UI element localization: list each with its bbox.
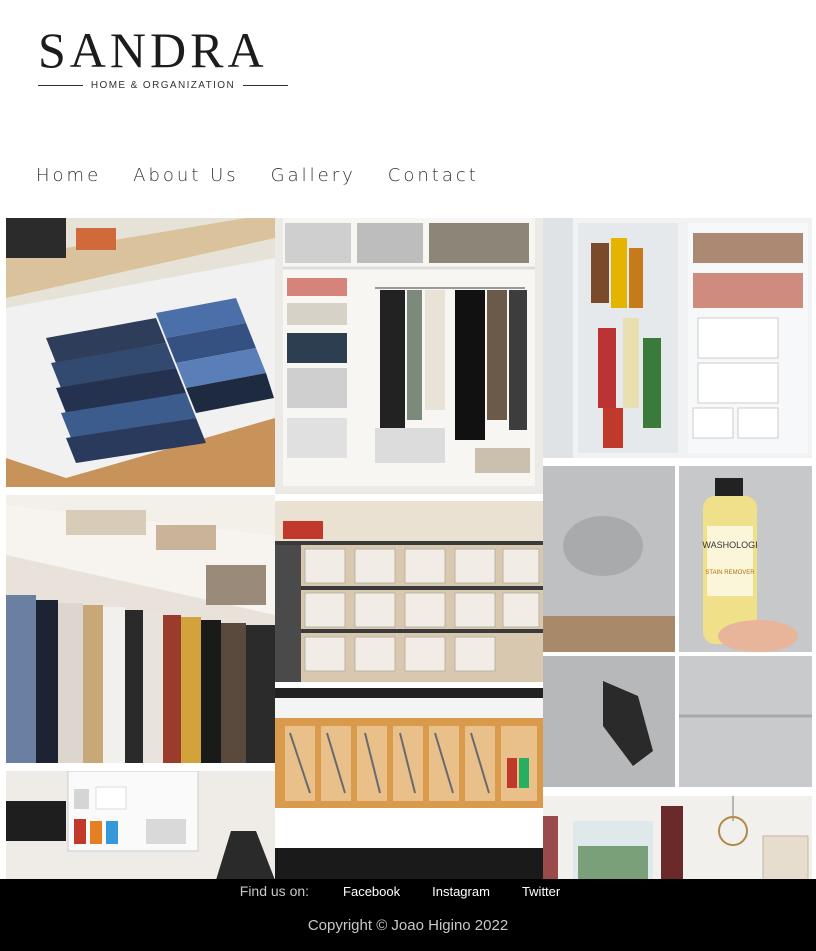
site-logo[interactable]: SANDRA HOME & ORGANIZATION — [38, 22, 289, 91]
wardrobe-shelves-photo[interactable] — [275, 218, 543, 494]
main-nav: Home About Us Gallery Contact — [36, 165, 479, 186]
closet-hanging-clothes-photo[interactable] — [6, 495, 275, 763]
facebook-link[interactable]: Facebook — [343, 884, 400, 899]
twitter-link[interactable]: Twitter — [522, 884, 560, 899]
living-room-window-photo[interactable] — [543, 796, 812, 880]
site-footer: Find us on: Facebook Instagram Twitter C… — [0, 879, 816, 951]
photo-gallery: WASHOLOGI STAIN REMOVER — [6, 218, 812, 880]
tagline-text: HOME & ORGANIZATION — [90, 80, 236, 91]
logo-tagline: HOME & ORGANIZATION — [38, 80, 289, 91]
social-links: Find us on: Facebook Instagram Twitter — [0, 883, 816, 899]
storage-bins-shelf-photo[interactable] — [275, 501, 543, 682]
divider — [243, 85, 289, 86]
copyright-text: Copyright © Joao Higino 2022 — [307, 917, 509, 934]
nav-gallery-link[interactable]: Gallery — [271, 165, 356, 186]
logo-name: SANDRA — [38, 22, 268, 78]
laundry-shelf-photo[interactable] — [6, 771, 275, 880]
stain-remover-sofa-photo[interactable]: WASHOLOGI STAIN REMOVER — [543, 466, 812, 787]
drawer-jeans-photo[interactable] — [6, 218, 275, 487]
nav-contact-link[interactable]: Contact — [388, 165, 479, 186]
bottle-line-text: STAIN REMOVER — [705, 570, 755, 576]
fridge-door-photo[interactable] — [543, 218, 812, 458]
nav-about-link[interactable]: About Us — [133, 165, 239, 186]
nav-home-link[interactable]: Home — [36, 165, 101, 186]
divider — [38, 85, 83, 86]
instagram-link[interactable]: Instagram — [432, 884, 490, 899]
bottle-brand-text: WASHOLOGI — [702, 540, 757, 550]
find-us-label: Find us on: — [239, 883, 310, 899]
cutlery-drawer-photo[interactable] — [275, 688, 543, 880]
